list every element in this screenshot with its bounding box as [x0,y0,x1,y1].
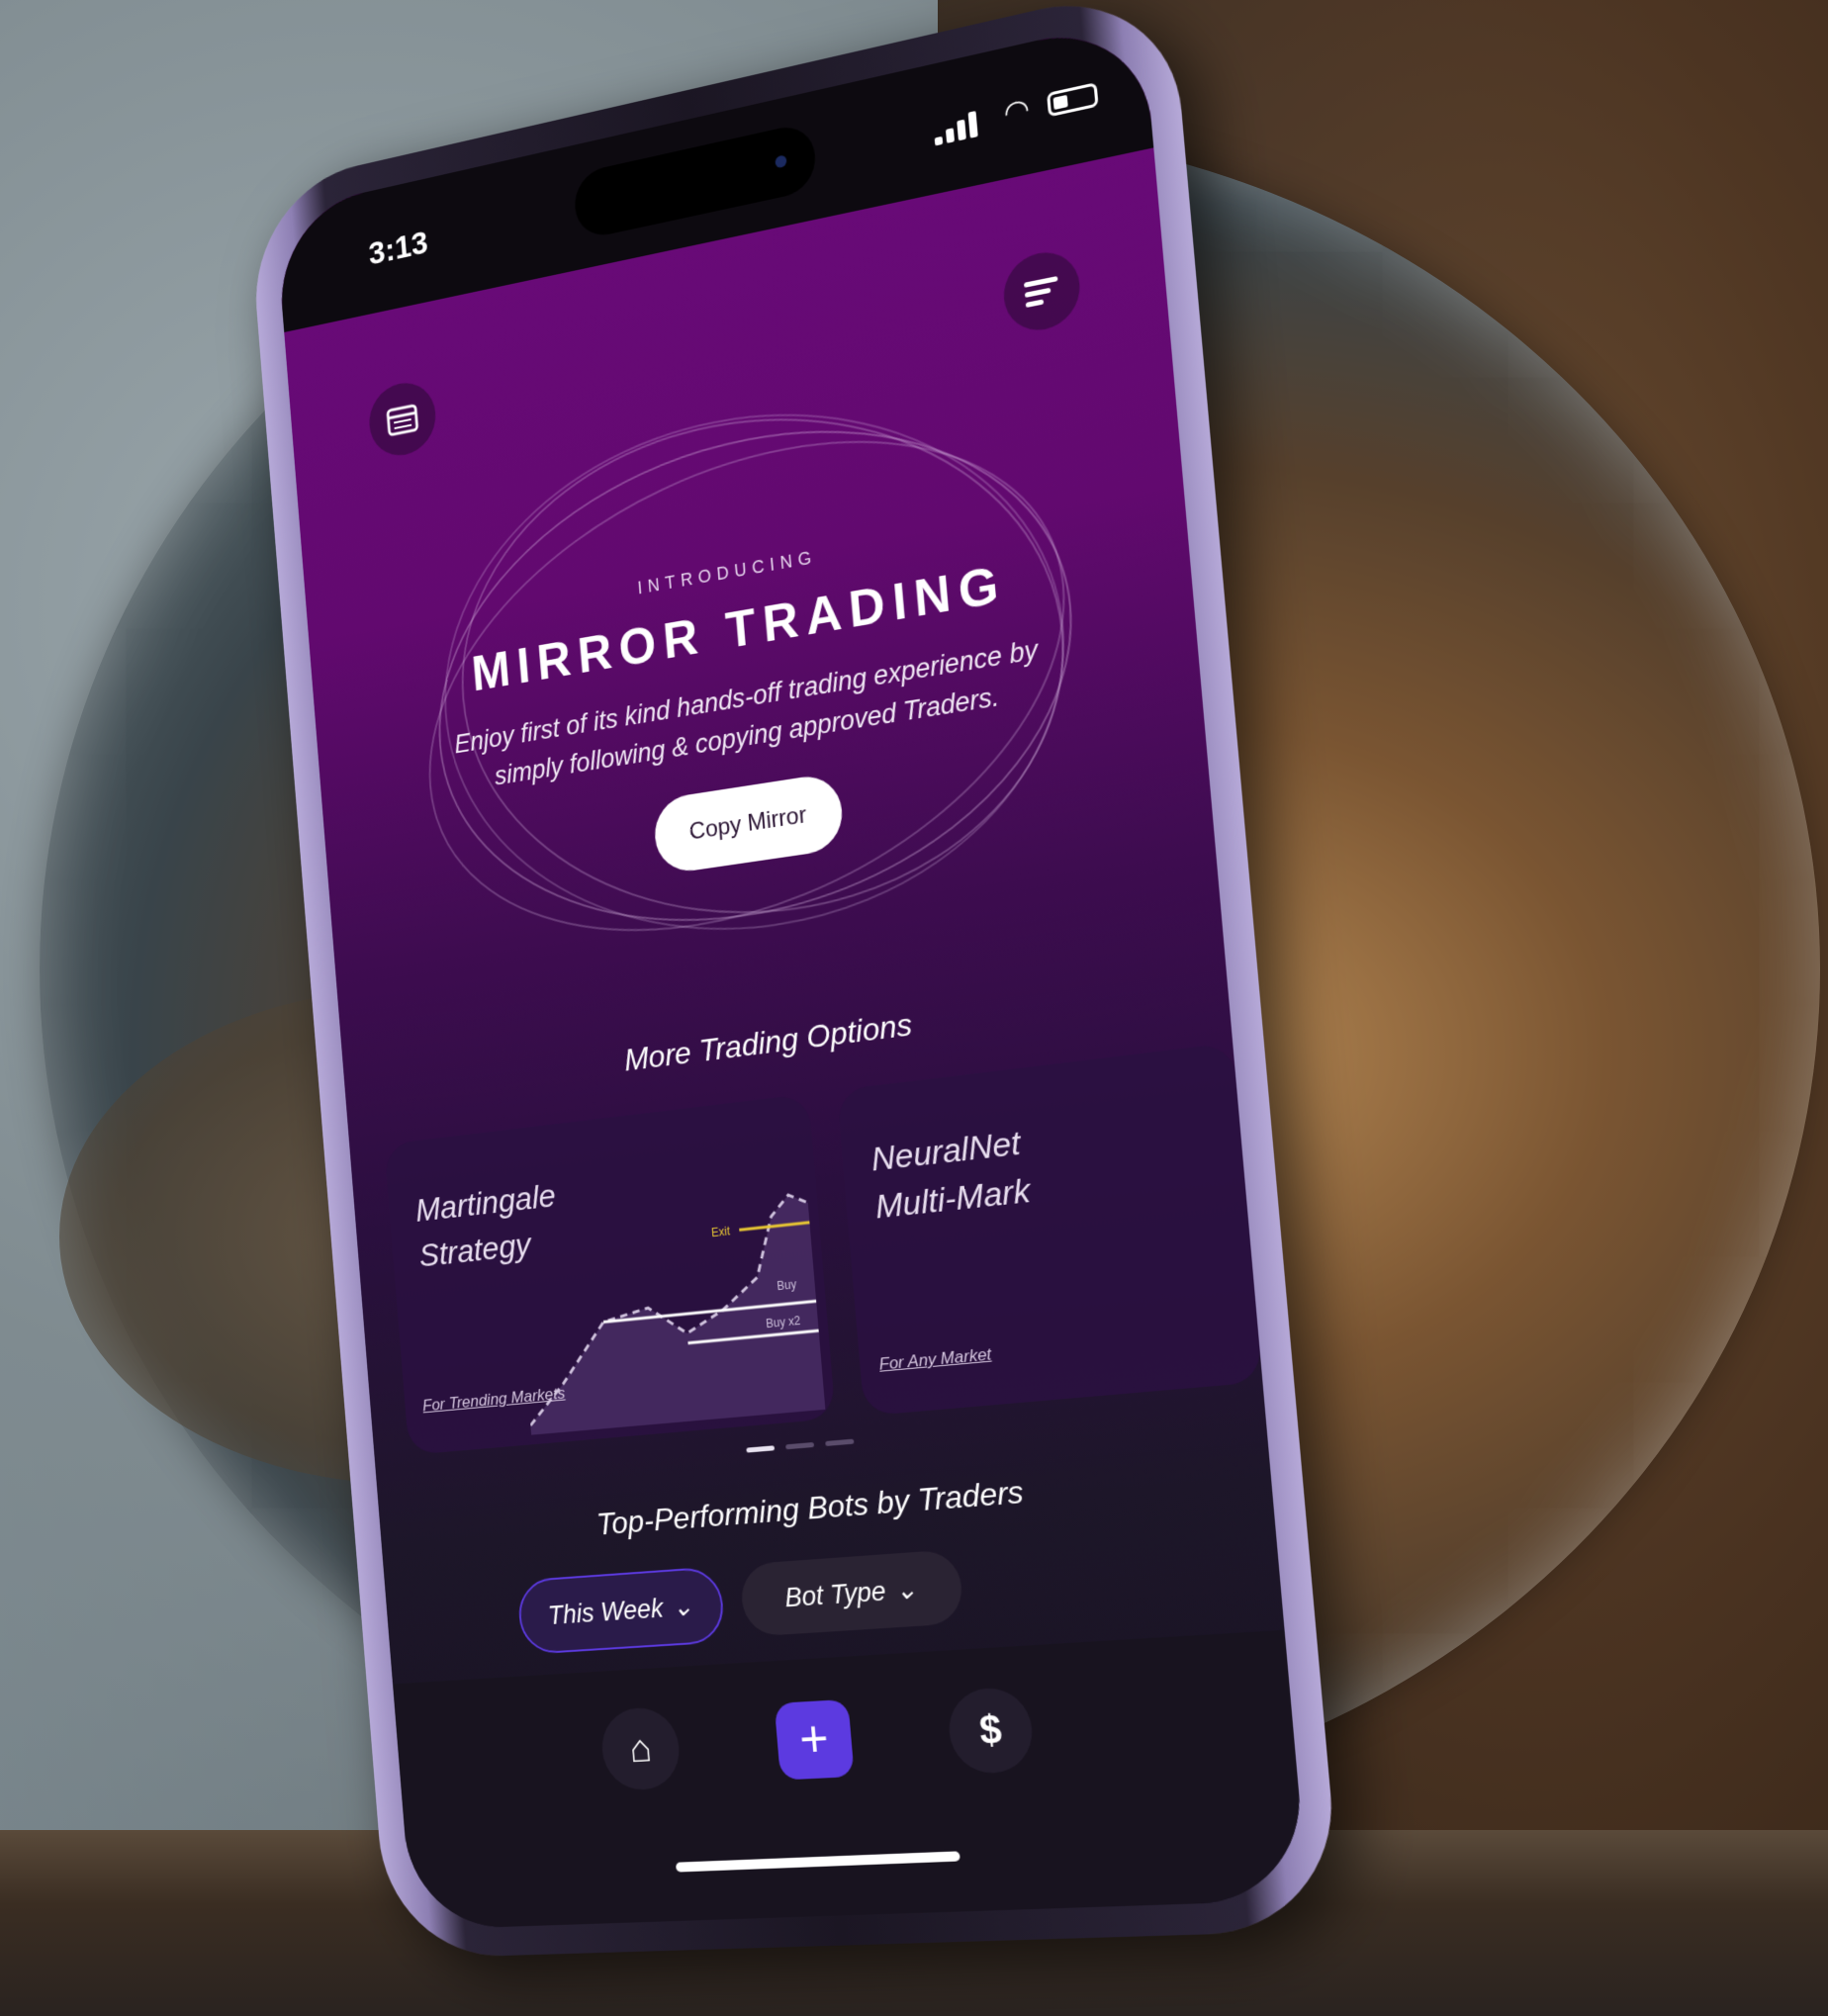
phone-mockup: 3:13 ◠ INTRODUCING MIRROR TRADING Enjoy … [246,0,1542,2016]
chevron-down-icon: ⌄ [893,1573,919,1605]
phone-screen: 3:13 ◠ INTRODUCING MIRROR TRADING Enjoy … [274,16,1309,1930]
tab-home[interactable]: ⌂ [598,1705,683,1792]
camera-icon [775,154,787,169]
menu-icon [1023,270,1060,312]
calendar-icon [386,402,419,438]
pager-dot[interactable] [746,1445,776,1453]
strategy-card-neuralnet[interactable]: NeuralNet Multi-Mark For Any Market [836,1042,1263,1417]
plus-icon: + [797,1710,832,1770]
home-indicator[interactable] [675,1851,960,1873]
menu-button[interactable] [1000,245,1083,337]
home-icon: ⌂ [627,1726,654,1771]
pager-dot[interactable] [785,1441,815,1450]
battery-icon [1047,82,1099,118]
filter-this-week[interactable]: This Week ⌄ [516,1566,726,1656]
tab-wallet[interactable]: $ [946,1686,1036,1776]
dynamic-island [572,121,818,241]
tab-bar: ⌂ + $ [393,1629,1309,1930]
signal-icon [933,109,980,146]
wifi-icon: ◠ [1002,92,1032,132]
pager-dot[interactable] [825,1438,855,1446]
card-title: NeuralNet Multi-Mark [869,1119,1032,1232]
strategy-card-martingale[interactable]: Martingale Strategy Exit Buy Buy x2 For … [384,1093,836,1455]
dollar-icon: $ [977,1707,1004,1753]
calendar-button[interactable] [366,377,439,462]
filter-label: Bot Type [783,1575,887,1612]
exit-label: Exit [711,1226,732,1239]
filter-bot-type[interactable]: Bot Type ⌄ [739,1548,965,1637]
status-time: 3:13 [367,224,429,273]
card-subtitle[interactable]: For Any Market [878,1344,992,1374]
buy-label: Buy [777,1279,797,1293]
chevron-down-icon: ⌄ [671,1591,694,1622]
tab-add[interactable]: + [774,1698,855,1781]
filter-label: This Week [546,1593,665,1630]
